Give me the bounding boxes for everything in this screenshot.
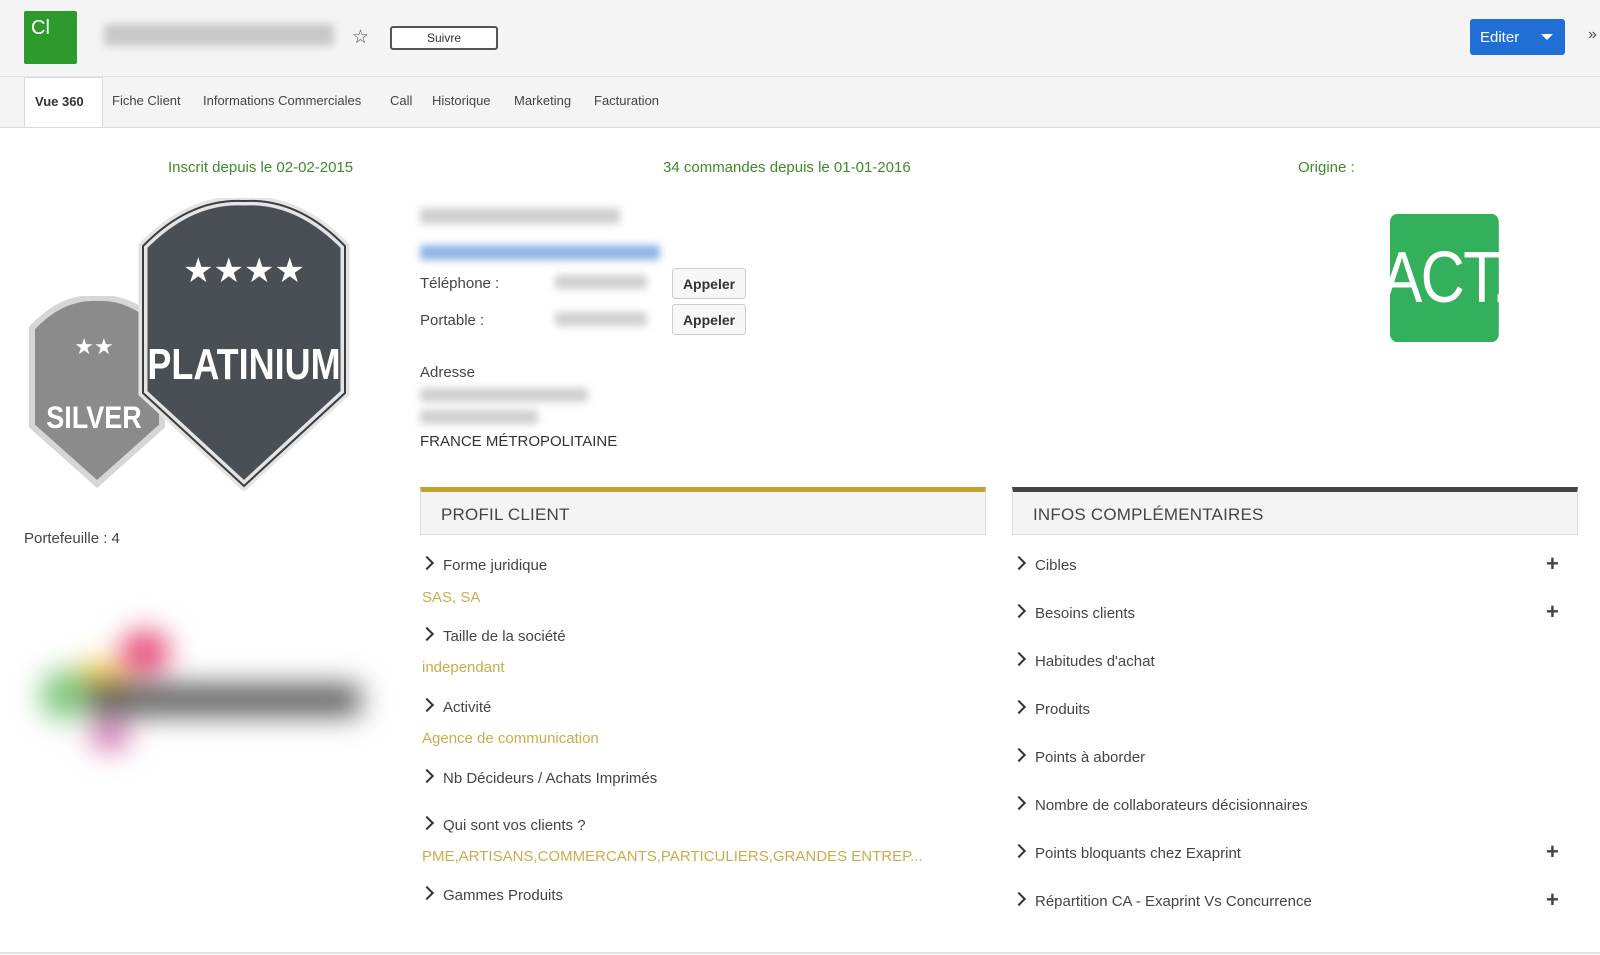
call-mobile-button[interactable]: Appeler bbox=[672, 304, 746, 335]
mobile-number-redacted bbox=[555, 312, 647, 326]
profil-item-activite[interactable]: Activité bbox=[419, 697, 492, 716]
profil-value-taille: independant bbox=[422, 659, 505, 676]
infos-item-label: Habitudes d'achat bbox=[1035, 653, 1155, 670]
origin-label: Origine : bbox=[1298, 159, 1355, 176]
avatar-initials: Cl bbox=[31, 17, 50, 39]
record-header: Cl ☆ Suivre Editer » bbox=[0, 0, 1600, 77]
address-country: FRANCE MÉTROPOLITAINE bbox=[420, 433, 618, 450]
chevron-right-icon bbox=[419, 768, 435, 784]
chevron-right-icon bbox=[419, 885, 435, 901]
expand-more-icon[interactable]: » bbox=[1588, 26, 1597, 44]
infos-item-label: Nombre de collaborateurs décisionnaires bbox=[1035, 797, 1308, 814]
chevron-right-icon bbox=[1011, 603, 1027, 619]
profil-item-label: Gammes Produits bbox=[443, 887, 564, 904]
infos-complementaires-title: INFOS COMPLÉMENTAIRES bbox=[1033, 505, 1264, 524]
registered-since: Inscrit depuis le 02-02-2015 bbox=[168, 159, 354, 176]
tab-fiche-client[interactable]: Fiche Client bbox=[112, 77, 181, 127]
infos-item-points-aborder[interactable]: Points à aborder bbox=[1011, 747, 1146, 766]
infos-item-repartition-ca[interactable]: Répartition CA - Exaprint Vs Concurrence bbox=[1011, 891, 1312, 910]
contact-name-redacted bbox=[420, 208, 620, 224]
tab-bar: Vue 360 Fiche Client Informations Commer… bbox=[0, 77, 1600, 128]
silver-stars: ★★ bbox=[74, 335, 113, 360]
profil-item-nb-decideurs[interactable]: Nb Décideurs / Achats Imprimés bbox=[419, 768, 658, 787]
infos-item-label: Points bloquants chez Exaprint bbox=[1035, 845, 1241, 862]
silver-label: SILVER bbox=[46, 402, 141, 436]
favorite-star-icon[interactable]: ☆ bbox=[352, 26, 369, 49]
chevron-right-icon bbox=[1011, 555, 1027, 571]
infos-item-habitudes[interactable]: Habitudes d'achat bbox=[1011, 651, 1155, 670]
contact-email-redacted[interactable] bbox=[420, 245, 660, 260]
platinum-badge: ★★★★ PLATINIUM bbox=[138, 198, 350, 491]
profil-client-header: PROFIL CLIENT bbox=[420, 487, 986, 535]
infos-item-points-bloquants[interactable]: Points bloquants chez Exaprint bbox=[1011, 843, 1241, 862]
chevron-right-icon bbox=[1011, 747, 1027, 763]
profil-item-forme-juridique[interactable]: Forme juridique bbox=[419, 555, 548, 574]
orders-count: 34 commandes depuis le 01-01-2016 bbox=[663, 159, 911, 176]
agency-logo-text: ACT. bbox=[1381, 238, 1509, 318]
profil-value-forme-juridique: SAS, SA bbox=[422, 589, 481, 606]
infos-item-label: Points à aborder bbox=[1035, 749, 1146, 766]
infos-item-label: Répartition CA - Exaprint Vs Concurrence bbox=[1035, 893, 1312, 910]
redacted-image bbox=[30, 620, 360, 770]
chevron-right-icon bbox=[1011, 699, 1027, 715]
infos-item-label: Produits bbox=[1035, 701, 1091, 718]
phone-label: Téléphone : bbox=[420, 275, 500, 292]
tab-call[interactable]: Call bbox=[390, 77, 412, 127]
infos-item-label: Cibles bbox=[1035, 557, 1077, 574]
chevron-right-icon bbox=[419, 697, 435, 713]
platinum-stars: ★★★★ bbox=[183, 251, 305, 291]
profil-value-activite: Agence de communication bbox=[422, 730, 599, 747]
chevron-right-icon bbox=[1011, 891, 1027, 907]
edit-button[interactable]: Editer bbox=[1470, 19, 1565, 55]
profil-item-label: Forme juridique bbox=[443, 557, 548, 574]
infos-item-label: Besoins clients bbox=[1035, 605, 1136, 622]
portfolio-count: Portefeuille : 4 bbox=[24, 530, 120, 547]
tab-informations-commerciales[interactable]: Informations Commerciales bbox=[203, 77, 361, 127]
profil-item-taille[interactable]: Taille de la société bbox=[419, 626, 566, 645]
chevron-right-icon bbox=[419, 815, 435, 831]
bottom-divider bbox=[0, 952, 1600, 954]
tab-facturation[interactable]: Facturation bbox=[594, 77, 659, 127]
profil-item-label: Taille de la société bbox=[443, 628, 566, 645]
account-avatar: Cl bbox=[24, 11, 77, 64]
profil-item-label: Nb Décideurs / Achats Imprimés bbox=[443, 770, 658, 787]
platinum-label: PLATINIUM bbox=[147, 341, 340, 389]
tab-vue-360[interactable]: Vue 360 bbox=[24, 77, 103, 127]
add-cibles-icon[interactable]: + bbox=[1546, 551, 1559, 577]
infos-complementaires-header: INFOS COMPLÉMENTAIRES bbox=[1012, 487, 1578, 535]
chevron-right-icon bbox=[419, 626, 435, 642]
chevron-down-icon[interactable] bbox=[1541, 34, 1553, 40]
profil-client-title: PROFIL CLIENT bbox=[441, 505, 570, 524]
infos-item-besoins[interactable]: Besoins clients bbox=[1011, 603, 1136, 622]
address-line-2-redacted bbox=[420, 410, 538, 424]
phone-number-redacted bbox=[555, 275, 647, 289]
add-points-bloquants-icon[interactable]: + bbox=[1546, 839, 1559, 865]
address-line-1-redacted bbox=[420, 388, 588, 402]
agency-logo: ACT. bbox=[1381, 214, 1509, 342]
mobile-label: Portable : bbox=[420, 312, 485, 329]
profil-item-label: Activité bbox=[443, 699, 492, 716]
profil-value-clients: PME,ARTISANS,COMMERCANTS,PARTICULIERS,GR… bbox=[422, 848, 923, 865]
profil-item-label: Qui sont vos clients ? bbox=[443, 817, 586, 834]
address-label: Adresse bbox=[420, 364, 476, 381]
profil-item-clients[interactable]: Qui sont vos clients ? bbox=[419, 815, 586, 834]
edit-button-label: Editer bbox=[1480, 28, 1520, 46]
chevron-right-icon bbox=[1011, 795, 1027, 811]
tab-marketing[interactable]: Marketing bbox=[514, 77, 571, 127]
chevron-right-icon bbox=[1011, 651, 1027, 667]
infos-item-collaborateurs[interactable]: Nombre de collaborateurs décisionnaires bbox=[1011, 795, 1308, 814]
tab-historique[interactable]: Historique bbox=[432, 77, 491, 127]
chevron-right-icon bbox=[1011, 843, 1027, 859]
account-name-redacted bbox=[104, 24, 334, 46]
follow-button[interactable]: Suivre bbox=[390, 26, 498, 50]
infos-item-cibles[interactable]: Cibles bbox=[1011, 555, 1077, 574]
infos-item-produits[interactable]: Produits bbox=[1011, 699, 1091, 718]
call-phone-button[interactable]: Appeler bbox=[672, 268, 746, 299]
add-besoins-icon[interactable]: + bbox=[1546, 599, 1559, 625]
add-repartition-icon[interactable]: + bbox=[1546, 887, 1559, 913]
profil-item-gammes[interactable]: Gammes Produits bbox=[419, 885, 564, 904]
chevron-right-icon bbox=[419, 555, 435, 571]
